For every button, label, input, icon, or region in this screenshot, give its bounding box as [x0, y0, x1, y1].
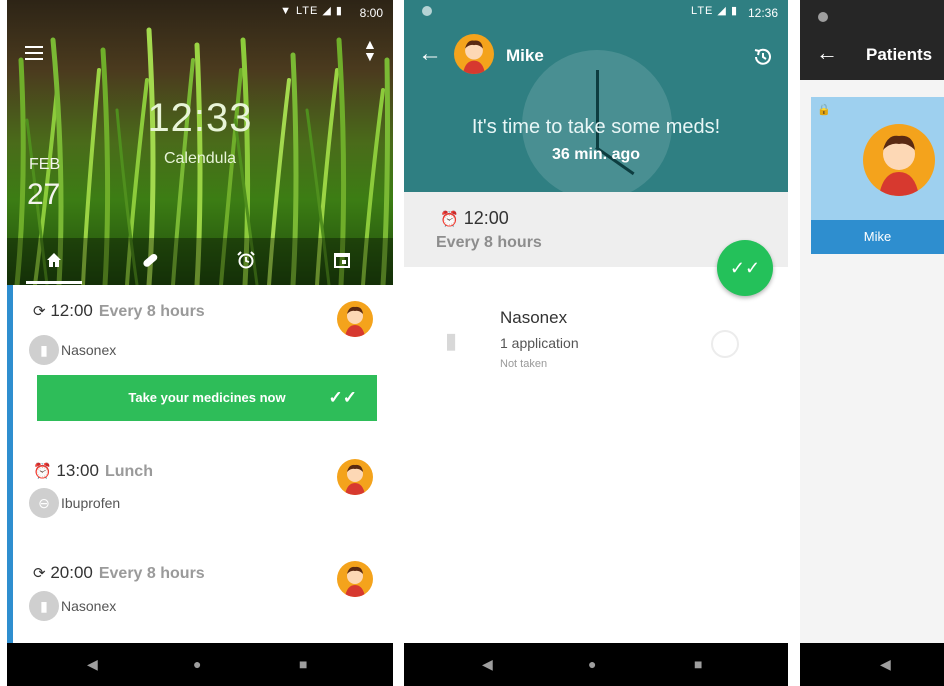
alarm-icon: ⏰ — [440, 211, 459, 228]
status-bar: LTE ◢ ▮ 12:36 — [404, 0, 788, 24]
medicine-row: ⊖ Ibuprofen — [29, 488, 121, 518]
phone-patients-screen: ← Patients 🔒 Mike ◀ — [800, 0, 944, 686]
status-dot-icon — [818, 12, 828, 22]
reminder-message: It's time to take some meds! — [471, 116, 721, 138]
back-nav-icon[interactable]: ◀ — [880, 657, 891, 671]
patient-card[interactable]: 🔒 Mike — [811, 97, 944, 254]
reminder-label: Lunch — [104, 463, 153, 480]
tablet-icon: ⊖ — [29, 488, 59, 518]
medicine-row: ▮ Nasonex — [29, 335, 117, 365]
page-title: Patients — [866, 45, 933, 64]
double-check-icon: ✓✓ — [328, 388, 358, 407]
status-icons: ▼ LTE ◢ ▮ — [280, 5, 343, 17]
reminder-label: Every 8 hours — [98, 303, 205, 320]
medicine-name: Nasonex — [61, 342, 117, 358]
avatar — [863, 124, 935, 196]
medicine-name: Ibuprofen — [61, 495, 121, 511]
app-name: Calendula — [163, 150, 237, 167]
spray-icon: ▮ — [444, 328, 458, 353]
hero-time: 12:33 — [147, 96, 253, 140]
take-medicines-label: Take your medicines now — [128, 390, 286, 405]
reminder-label: Every 8 hours — [98, 565, 205, 582]
phone-home-screen: ▼ LTE ◢ ▮ 8:00 ▲ ▼ 12:33 Calendula FEB 27 — [7, 0, 393, 686]
back-nav-icon[interactable]: ◀ — [87, 657, 98, 671]
spray-icon: ▮ — [29, 591, 59, 621]
status-dot-icon — [422, 6, 432, 16]
calendar-icon — [334, 253, 350, 268]
taken-checkbox[interactable] — [711, 330, 739, 358]
alarm-icon — [237, 251, 255, 269]
phone-dose-screen: LTE ◢ ▮ 12:36 ← Mike It's time to take s… — [404, 0, 788, 686]
system-nav-bar: ◀ — [800, 643, 944, 686]
reminder-header: ⏰ 13:00 Lunch — [33, 461, 153, 481]
home-icon — [47, 253, 61, 267]
reminder-header: ⟳ 20:00 Every 8 hours — [33, 563, 205, 583]
back-arrow-icon[interactable]: ← — [418, 42, 442, 66]
medicine-name: Nasonex — [61, 598, 117, 614]
back-nav-icon[interactable]: ◀ — [482, 657, 493, 671]
reminder-list: ⟳ 12:00 Every 8 hours ▮ Nasonex Take your… — [7, 285, 393, 643]
confirm-all-button[interactable]: ✓✓ — [717, 240, 773, 296]
menu-icon[interactable] — [25, 46, 43, 60]
reminder-time: 13:00 — [56, 461, 99, 480]
medicine-row: ▮ Nasonex — [29, 591, 117, 621]
medicine-status: Not taken — [500, 358, 548, 370]
reminder-header: ⟳ 12:00 Every 8 hours — [33, 301, 205, 321]
expand-collapse-icon[interactable]: ▲ ▼ — [363, 37, 377, 63]
double-check-icon: ✓✓ — [729, 258, 761, 278]
history-icon[interactable] — [752, 46, 774, 73]
spray-icon: ▮ — [29, 335, 59, 365]
patient-name: Mike — [811, 220, 944, 254]
reminder-time: 12:00 — [50, 301, 93, 320]
recents-nav-icon[interactable]: ■ — [299, 657, 307, 671]
hero-banner: ▼ LTE ◢ ▮ 8:00 ▲ ▼ 12:33 Calendula FEB 27 — [7, 0, 393, 285]
avatar — [337, 301, 373, 337]
list-item[interactable]: ⏰ 13:00 Lunch ⊖ Ibuprofen — [13, 445, 393, 548]
lock-icon: 🔒 — [817, 104, 831, 116]
repeat-clock-icon: ⟳ — [33, 565, 46, 582]
date-day: 27 — [27, 178, 61, 211]
reminder-time: 20:00 — [50, 563, 93, 582]
tab-home[interactable] — [24, 244, 84, 284]
status-time: 8:00 — [359, 6, 383, 20]
alarm-icon: ⏰ — [33, 463, 52, 480]
take-medicines-button[interactable]: Take your medicines now ✓✓ — [37, 375, 377, 421]
tab-alarms[interactable] — [216, 244, 276, 278]
status-time: 12:36 — [747, 6, 778, 20]
home-nav-icon[interactable]: ● — [193, 657, 201, 671]
list-item[interactable]: ⟳ 12:00 Every 8 hours ▮ Nasonex Take your… — [13, 285, 393, 446]
dose-header: LTE ◢ ▮ 12:36 ← Mike It's time to take s… — [404, 0, 788, 192]
tab-bar — [7, 238, 393, 285]
status-bar: ▼ LTE ◢ ▮ 8:00 — [7, 0, 393, 24]
back-arrow-icon[interactable]: ← — [816, 40, 838, 66]
tab-calendar[interactable] — [312, 244, 372, 278]
dose-schedule: Every 8 hours — [436, 234, 542, 251]
system-nav-bar: ◀ ● ■ — [7, 643, 393, 686]
dose-time-row: ⏰ 12:00 — [440, 208, 509, 229]
recents-nav-icon[interactable]: ■ — [694, 657, 702, 671]
status-icons: LTE ◢ ▮ — [691, 5, 738, 17]
time-ago: 36 min. ago — [551, 146, 641, 163]
medicine-quantity: 1 application — [500, 335, 579, 351]
list-item[interactable]: ⟳ 20:00 Every 8 hours ▮ Nasonex — [13, 547, 393, 643]
home-nav-icon[interactable]: ● — [588, 657, 596, 671]
pill-icon — [143, 253, 158, 267]
medicine-name: Nasonex — [500, 308, 568, 327]
patient-name: Mike — [506, 46, 544, 65]
system-nav-bar: ◀ ● ■ — [404, 643, 788, 686]
tab-medicines[interactable] — [120, 244, 180, 278]
repeat-clock-icon: ⟳ — [33, 303, 46, 320]
avatar — [337, 459, 373, 495]
patients-app-bar: ← Patients — [800, 0, 944, 80]
avatar — [454, 34, 494, 74]
dose-time: 12:00 — [463, 208, 509, 228]
date-month: FEB — [29, 156, 61, 173]
avatar — [337, 561, 373, 597]
